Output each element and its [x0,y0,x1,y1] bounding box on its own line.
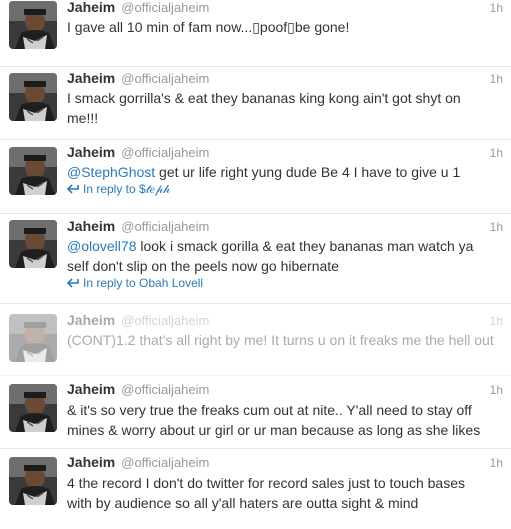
user-handle[interactable]: @officialjaheim [121,313,209,328]
user-fullname[interactable]: Jaheim [67,144,115,160]
tweet-item[interactable]: Jaheim @officialjaheim 1h @olovell78 look… [0,214,511,304]
mention-link[interactable]: @StephGhost [67,164,155,180]
tweet-header: Jaheim @officialjaheim [67,381,209,399]
tweet-text-line: I smack gorrilla's & eat they bananas ki… [67,90,461,106]
user-handle[interactable]: @officialjaheim [121,0,209,15]
tweet-header: Jaheim @officialjaheim [67,218,209,236]
tweet-text-line: & it's so very true the freaks cum out a… [67,402,472,418]
in-reply-to-label: In reply to $𝓉𝑒𝓅𝒽 [83,182,171,196]
tweet-text: (CONT)1.2 that's all right by me! It tur… [67,330,505,350]
avatar[interactable] [9,314,57,362]
tweet-text-line: look i smack gorilla & eat they bananas … [136,238,474,254]
user-fullname[interactable]: Jaheim [67,381,115,397]
tweet-item[interactable]: Jaheim @officialjaheim 1h I gave all 10 m… [0,0,511,67]
tweet-item[interactable]: Jaheim @officialjaheim 1h @StephGhost get… [0,140,511,214]
user-handle[interactable]: @officialjaheim [121,219,209,234]
avatar[interactable] [9,384,57,432]
tweet-timestamp[interactable]: 1h [490,72,503,86]
tweet-text: @olovell78 look i smack gorilla & eat th… [67,236,505,276]
tweet-header: Jaheim @officialjaheim [67,70,209,88]
user-handle[interactable]: @officialjaheim [121,455,209,470]
in-reply-to-link[interactable]: In reply to $𝓉𝑒𝓅𝒽 [67,182,170,197]
tweet-header: Jaheim @officialjaheim [67,312,209,330]
avatar[interactable] [9,73,57,121]
tweet-header: Jaheim @officialjaheim [67,0,209,17]
tweet-text-line: with by audience so all y'all haters are… [67,495,419,511]
tweet-timestamp[interactable]: 1h [490,146,503,160]
user-fullname[interactable]: Jaheim [67,218,115,234]
tweet-timestamp[interactable]: 1h [490,1,503,15]
tweet-item[interactable]: Jaheim @officialjaheim 1h 4 the record I … [0,449,511,529]
tweet-text-line: I gave all 10 min of fam now...▯poof▯be … [67,19,350,35]
tweet-item[interactable]: Jaheim @officialjaheim 1h & it's so very … [0,376,511,449]
avatar[interactable] [9,220,57,268]
reply-arrow-icon [67,278,79,288]
tweet-text: @StephGhost get ur life right yung dude … [67,162,505,182]
user-fullname[interactable]: Jaheim [67,0,115,15]
avatar[interactable] [9,1,57,49]
user-fullname[interactable]: Jaheim [67,454,115,470]
tweet-text-line: 4 the record I don't do twitter for reco… [67,475,465,491]
tweet-text: I smack gorrilla's & eat they bananas ki… [67,88,505,128]
user-handle[interactable]: @officialjaheim [121,145,209,160]
tweet-text-line: get ur life right yung dude Be 4 I have … [155,164,461,180]
tweet-timestamp[interactable]: 1h [490,314,503,328]
in-reply-to-label: In reply to Obah Lovell [83,276,204,290]
tweet-item[interactable]: Jaheim @officialjaheim 1h (CONT)1.2 that'… [0,304,511,376]
tweet-timeline: Jaheim @officialjaheim 1h I gave all 10 m… [0,0,511,529]
tweet-timestamp[interactable]: 1h [490,220,503,234]
user-fullname[interactable]: Jaheim [67,70,115,86]
tweet-text: 4 the record I don't do twitter for reco… [67,473,505,513]
in-reply-to-link[interactable]: In reply to Obah Lovell [67,276,203,290]
tweet-timestamp[interactable]: 1h [490,456,503,470]
avatar[interactable] [9,147,57,195]
tweet-text-line: mines & worry about ur girl or ur man be… [67,422,481,438]
tweet-header: Jaheim @officialjaheim [67,454,209,472]
avatar[interactable] [9,457,57,505]
reply-arrow-icon [67,184,79,194]
tweet-timestamp[interactable]: 1h [490,383,503,397]
tweet-item[interactable]: Jaheim @officialjaheim 1h I smack gorrill… [0,67,511,140]
user-handle[interactable]: @officialjaheim [121,71,209,86]
user-handle[interactable]: @officialjaheim [121,382,209,397]
mention-link[interactable]: @olovell78 [67,238,136,254]
tweet-text-line: me!!! [67,110,99,126]
tweet-header: Jaheim @officialjaheim [67,144,209,162]
user-fullname[interactable]: Jaheim [67,312,115,328]
tweet-text-line: self don't slip on the peels now go hibe… [67,258,339,274]
tweet-text-line: (CONT)1.2 that's all right by me! It tur… [67,332,494,348]
tweet-text: & it's so very true the freaks cum out a… [67,400,505,440]
tweet-text: I gave all 10 min of fam now...▯poof▯be … [67,17,505,37]
